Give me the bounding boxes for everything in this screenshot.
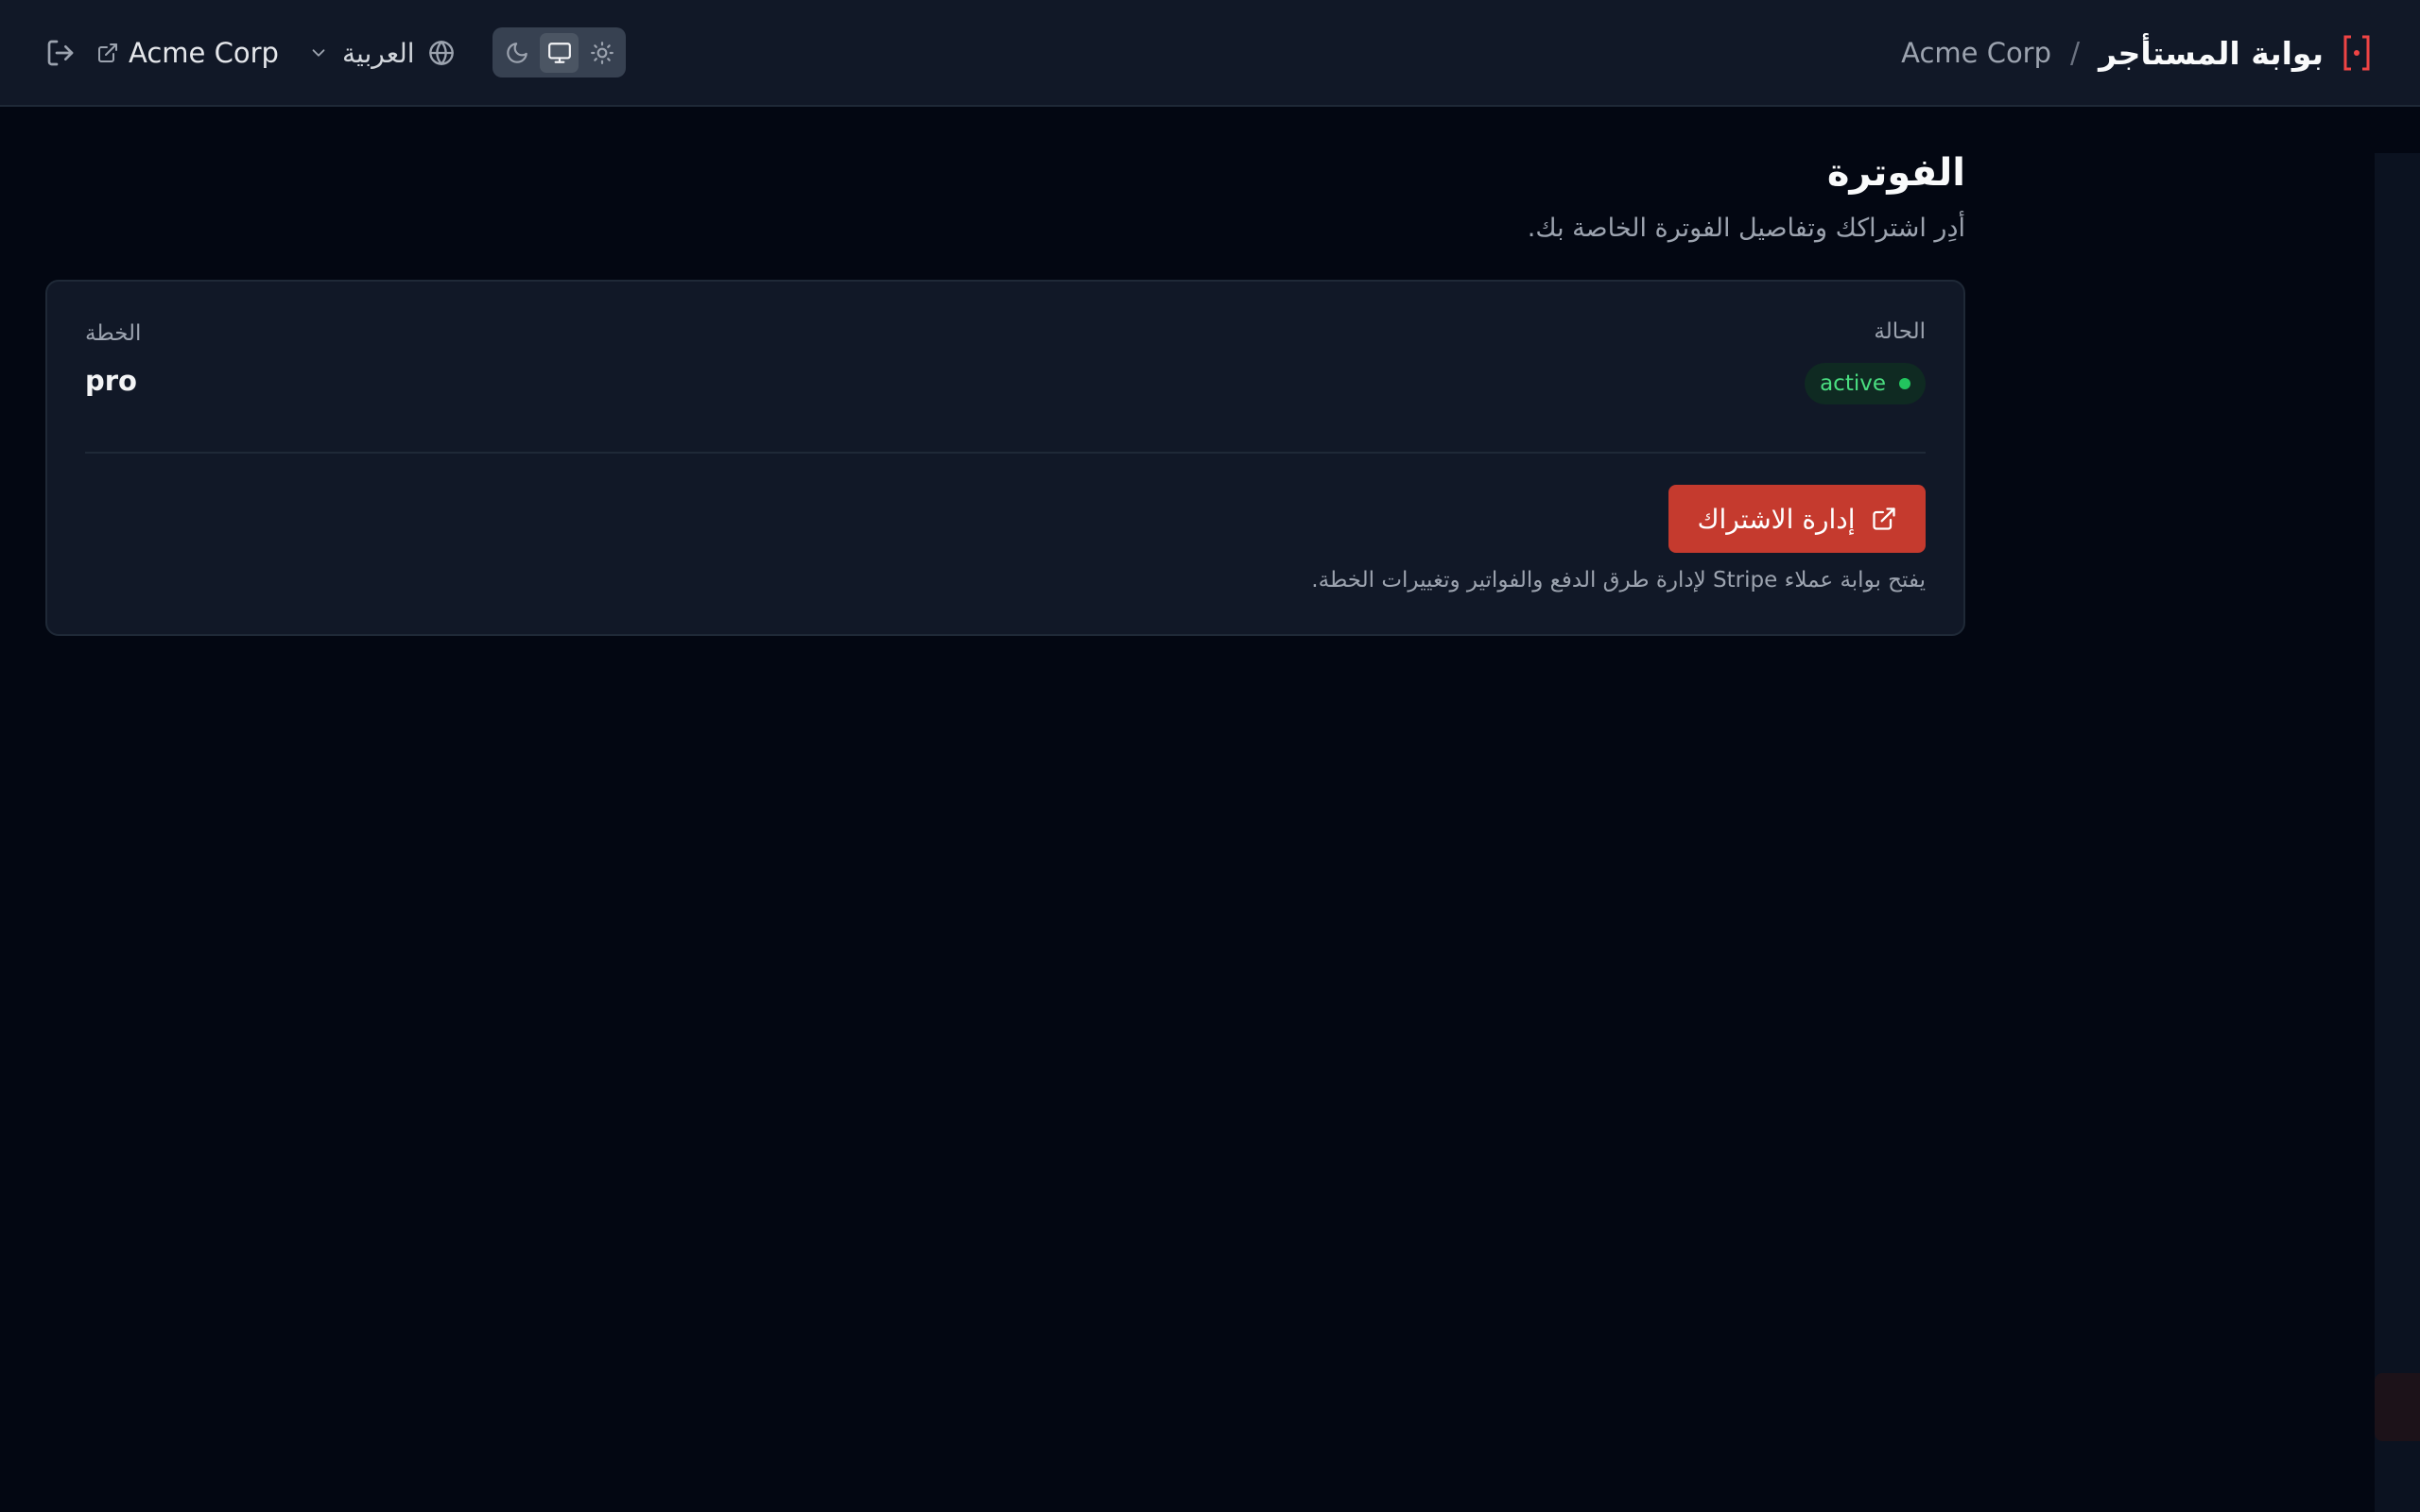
plan-label: الخطة	[85, 321, 142, 346]
top-bar: بوابة المستأجر / Acme Corp Acme Corp الع…	[0, 0, 2420, 107]
breadcrumb-separator: /	[2070, 36, 2081, 70]
brand-title: بوابة المستأجر	[2099, 34, 2324, 72]
manage-subscription-label: إدارة الاشتراك	[1697, 503, 1856, 535]
theme-switcher	[493, 27, 626, 77]
side-panel-handle[interactable]	[2375, 1373, 2420, 1441]
language-selector[interactable]: العربية	[308, 32, 455, 74]
status-label: الحالة	[1874, 319, 1926, 344]
side-panel-edge	[2375, 153, 2420, 1512]
chevron-down-icon	[312, 49, 325, 57]
brand[interactable]: بوابة المستأجر / Acme Corp	[1901, 30, 2371, 76]
manage-subscription-hint: يفتح بوابة عملاء Stripe لإدارة طرق الدفع…	[1311, 568, 1926, 593]
language-label: العربية	[342, 37, 415, 69]
billing-card: الحالة active الخطة pro إدارة الاشتراك ي…	[45, 280, 1965, 636]
external-link-icon	[98, 43, 117, 62]
status-dot-icon	[1899, 378, 1910, 389]
globe-icon	[428, 41, 454, 65]
page-title: الفوترة	[1826, 151, 1965, 195]
theme-system-button[interactable]	[540, 32, 579, 73]
tenant-site-link[interactable]: Acme Corp	[96, 32, 279, 74]
monitor-icon	[547, 42, 571, 63]
moon-icon	[506, 42, 527, 63]
external-link-icon	[1872, 507, 1895, 530]
sun-icon	[590, 41, 614, 64]
tenant-link-label: Acme Corp	[129, 37, 279, 69]
page-subtitle: أدِر اشتراكك وتفاصيل الفوترة الخاصة بك.	[1527, 214, 1965, 243]
bracket-dot-icon	[2343, 35, 2370, 71]
theme-light-button[interactable]	[582, 33, 621, 73]
theme-dark-button[interactable]	[497, 33, 536, 73]
status-value: active	[1820, 371, 1886, 396]
plan-value: pro	[85, 365, 137, 397]
breadcrumb-tenant: Acme Corp	[1901, 37, 2052, 69]
logout-icon[interactable]	[45, 38, 76, 68]
manage-subscription-button[interactable]: إدارة الاشتراك	[1668, 485, 1926, 553]
card-divider	[85, 452, 1926, 454]
status-badge: active	[1805, 363, 1926, 404]
